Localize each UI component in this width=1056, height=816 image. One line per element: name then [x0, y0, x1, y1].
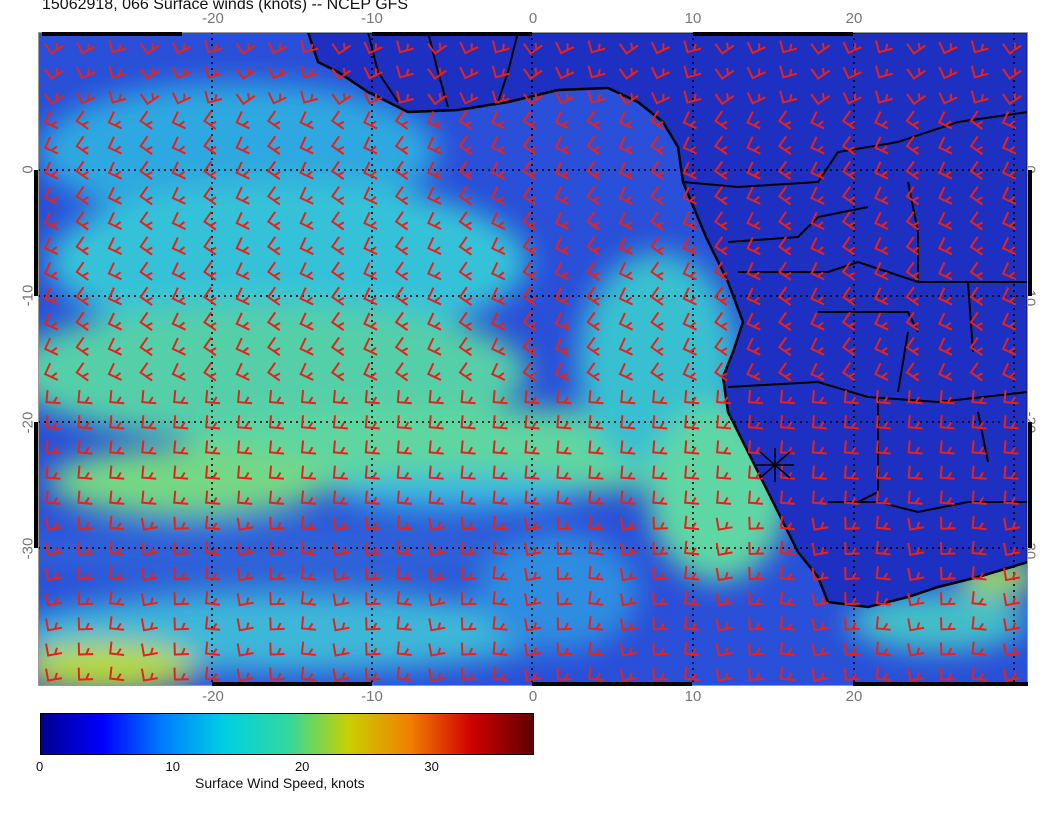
colorbar-title: Surface Wind Speed, knots [195, 775, 365, 791]
colorbar [40, 713, 534, 755]
axis-mark [532, 682, 692, 686]
tick-label: 0 [528, 10, 538, 27]
tick-label: 10 [684, 10, 702, 27]
axis-mark [1028, 422, 1032, 548]
axis-mark [853, 682, 1028, 686]
axis-mark [693, 32, 853, 36]
tick-label: -20 [202, 688, 224, 705]
tick-label: -10 [361, 10, 383, 27]
asterisk-marker [756, 448, 794, 482]
axis-mark [34, 422, 38, 548]
axis-mark [212, 682, 372, 686]
tick-label: 0 [528, 688, 538, 705]
tick-label: 20 [845, 688, 863, 705]
colorbar-tick-label: 30 [424, 759, 439, 774]
axis-mark [34, 170, 38, 296]
tick-label: -10 [361, 688, 383, 705]
axis-mark [42, 32, 182, 36]
colorbar-tick-label: 20 [294, 759, 310, 774]
wind-map [38, 32, 1028, 686]
wind-map-svg [38, 32, 1028, 686]
tick-label: -20 [202, 10, 224, 27]
tick-label: 20 [845, 10, 863, 27]
colorbar-tick-label: 10 [165, 759, 180, 774]
axis-mark [1028, 170, 1032, 296]
axis-mark [372, 32, 532, 36]
tick-label: 10 [684, 688, 702, 705]
colorbar-tick-label: 0 [36, 759, 44, 774]
